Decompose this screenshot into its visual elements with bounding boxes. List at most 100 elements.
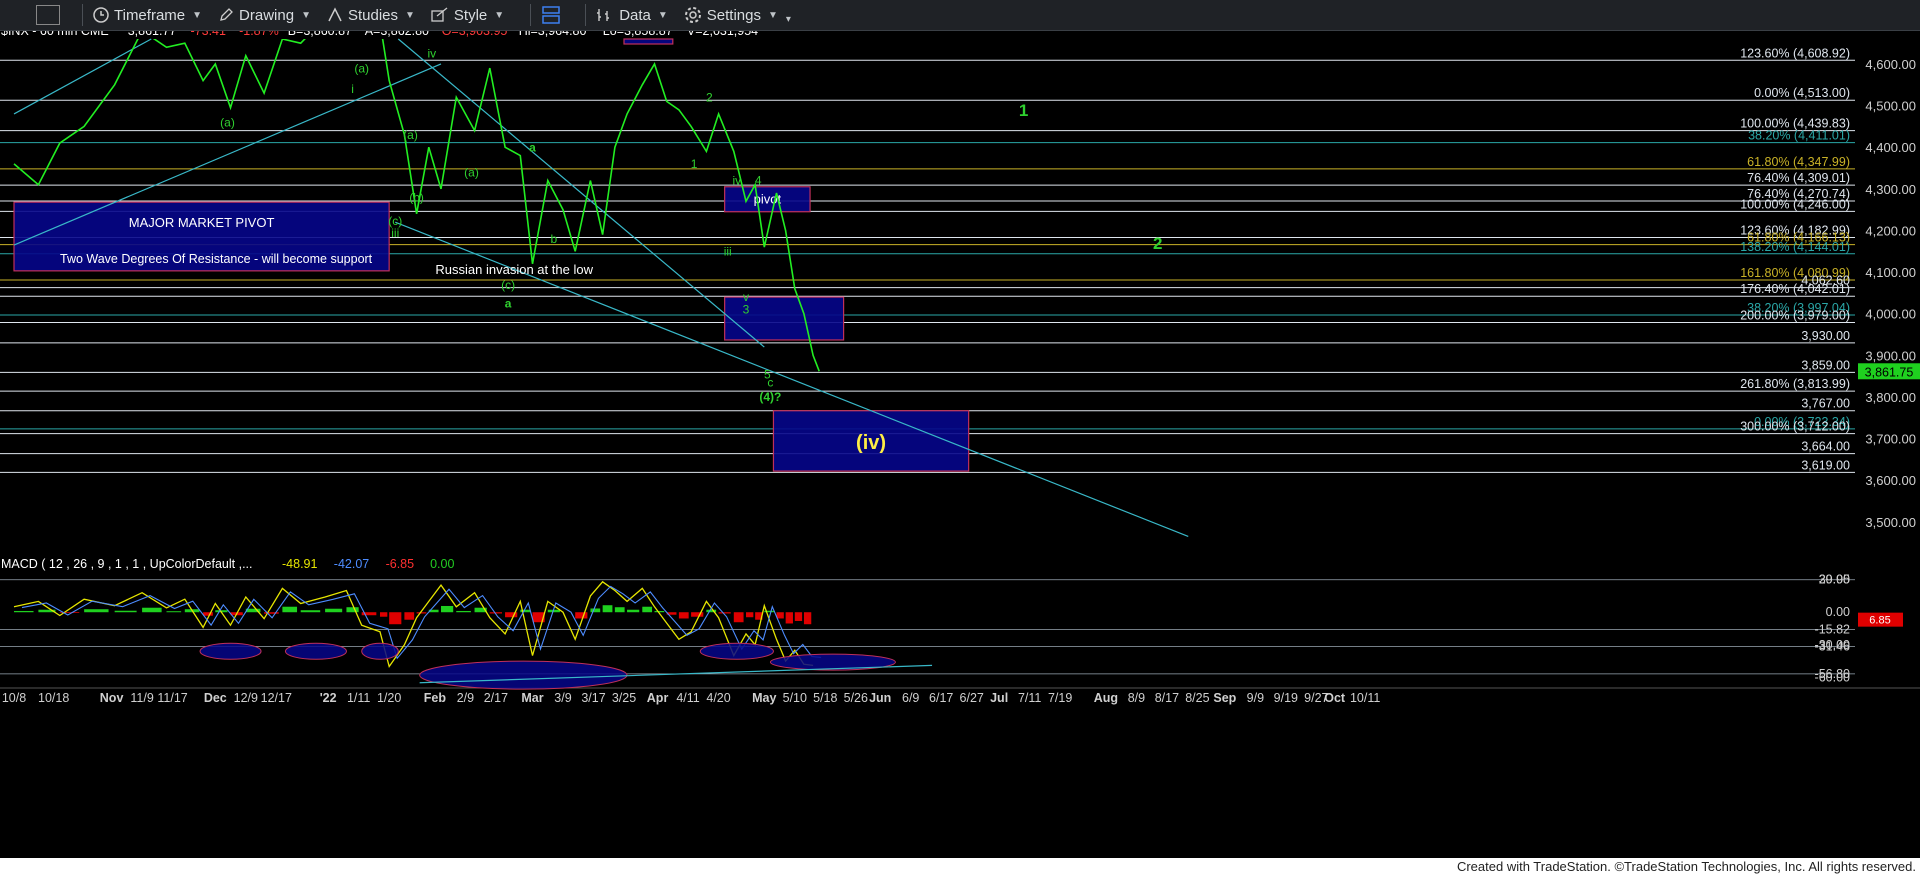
price-level-label: 123.60% (4,608.92) xyxy=(1740,46,1850,60)
macd-histogram-bar xyxy=(416,612,427,614)
x-tick-label: Sep xyxy=(1213,691,1236,705)
macd-histogram-bar xyxy=(642,606,653,613)
wave-iv-label: (iv) xyxy=(856,432,886,454)
macd-tick-label: -15.82 xyxy=(1815,622,1850,636)
x-tick-label: 10/8 xyxy=(2,691,26,705)
x-tick-label: May xyxy=(752,691,776,705)
macd-histogram-bar xyxy=(785,612,793,624)
y-tick-label: 4,000.00 xyxy=(1865,307,1916,322)
wave-annotation: 1 xyxy=(1019,101,1028,120)
data-button[interactable]: Data ▼ xyxy=(596,0,668,30)
macd-histogram-bar xyxy=(627,609,640,613)
studies-button[interactable]: Studies ▼ xyxy=(327,0,415,30)
x-tick-label: 2/9 xyxy=(457,691,474,705)
timeframe-button[interactable]: Timeframe ▼ xyxy=(93,0,202,30)
wave-annotation: 1 xyxy=(691,157,698,171)
macd-histogram-bar xyxy=(614,607,625,613)
macd-histogram-bar xyxy=(691,612,704,617)
studies-label: Studies xyxy=(347,6,399,24)
macd-histogram-bar xyxy=(404,612,415,620)
wave-annotation: (4)? xyxy=(759,390,781,404)
header-field: B=3,860.87 xyxy=(288,31,352,38)
x-tick-label: Jun xyxy=(869,691,891,705)
overflow-chevron-icon[interactable]: ▾ xyxy=(786,14,791,25)
y-tick-label: 3,900.00 xyxy=(1865,348,1916,363)
price-level-label: 100.00% (4,246.00) xyxy=(1740,197,1850,211)
x-tick-label: 5/26 xyxy=(844,691,868,705)
macd-value: -6.85 xyxy=(386,557,415,571)
price-level-label: 261.80% (3,813.99) xyxy=(1740,377,1850,391)
x-tick-label: Apr xyxy=(647,691,669,705)
toolbar-divider xyxy=(530,4,532,26)
header-field: A=3,862.80 xyxy=(365,31,429,38)
header-field: Hi=3,964.80 xyxy=(519,31,587,38)
wave-annotation: a xyxy=(529,140,536,154)
macd-histogram-bar xyxy=(718,612,731,614)
settings-label: Settings xyxy=(706,6,761,24)
drawing-button[interactable]: Drawing ▼ xyxy=(218,0,311,30)
x-tick-label: 9/9 xyxy=(1247,691,1264,705)
wave-annotation: a xyxy=(505,296,512,310)
x-tick-label: 5/10 xyxy=(783,691,807,705)
clock-icon xyxy=(93,7,109,23)
x-tick-label: 9/19 xyxy=(1274,691,1298,705)
wave-annotation: c xyxy=(767,376,773,390)
macd-histogram-bar xyxy=(114,610,137,613)
y-tick-label: 3,700.00 xyxy=(1865,432,1916,447)
settings-button[interactable]: Settings ▼ xyxy=(684,0,778,30)
header-field: 3,861.77 xyxy=(128,31,177,38)
macd-histogram-bar xyxy=(380,612,388,617)
x-tick-label: 6/27 xyxy=(960,691,984,705)
wave-annotation: (b) xyxy=(409,190,424,204)
price-level-label: 3,859.00 xyxy=(1801,358,1850,372)
chevron-down-icon: ▼ xyxy=(192,9,203,21)
macd-histogram-bar xyxy=(300,610,321,613)
x-tick-label: 3/17 xyxy=(581,691,605,705)
chart-toolbar: Timeframe ▼ Drawing ▼ Studies ▼ Style ▼ Data… xyxy=(0,0,1920,31)
zone-label: MAJOR MARKET PIVOT xyxy=(129,215,275,230)
style-label: Style xyxy=(453,6,488,24)
macd-histogram-bar xyxy=(456,610,471,613)
macd-divergence-ellipse xyxy=(199,642,262,660)
price-level-label: 3,767.00 xyxy=(1801,397,1850,411)
macd-histogram-bar xyxy=(441,605,454,613)
macd-histogram-bar xyxy=(776,612,784,619)
macd-last-label: 6.85 xyxy=(1869,615,1890,627)
style-icon xyxy=(431,7,448,22)
window-icon[interactable] xyxy=(36,5,60,25)
zone-sublabel: Two Wave Degrees Of Resistance - will be… xyxy=(60,252,373,266)
price-level-label: 61.80% (4,347.99) xyxy=(1747,155,1850,169)
macd-divergence-ellipse xyxy=(361,642,399,660)
style-button[interactable]: Style ▼ xyxy=(431,0,504,30)
macd-histogram-bar xyxy=(282,606,298,613)
macd-histogram-bar xyxy=(346,607,359,613)
wave-annotation: (c) xyxy=(388,214,402,228)
price-level-label: 3,619.00 xyxy=(1801,458,1850,472)
x-tick-label: 3/25 xyxy=(612,691,636,705)
x-tick-label: 8/9 xyxy=(1128,691,1145,705)
x-tick-label: Feb xyxy=(424,691,447,705)
x-tick-label: 11/17 xyxy=(157,691,187,705)
header-field: Lo=3,858.87 xyxy=(603,31,673,38)
price-level-label: 138.20% (4,144.01) xyxy=(1740,240,1850,254)
y-tick-label: 3,600.00 xyxy=(1865,473,1916,488)
macd-histogram-bar xyxy=(602,605,613,613)
pencil-icon xyxy=(220,8,233,21)
x-tick-label: 12/9 xyxy=(234,691,258,705)
pivot-zone xyxy=(623,38,674,45)
data-label: Data xyxy=(619,6,651,24)
x-tick-label: 8/25 xyxy=(1185,691,1209,705)
chevron-down-icon: ▼ xyxy=(767,9,778,21)
wave-annotation: (a) xyxy=(220,115,235,129)
macd-histogram-bar xyxy=(678,612,689,619)
wave-annotation: (a) xyxy=(354,61,369,75)
x-tick-label: 5/18 xyxy=(813,691,837,705)
x-tick-label: 6/17 xyxy=(929,691,953,705)
bar-data-icon xyxy=(597,9,610,21)
studies-icon xyxy=(328,7,342,22)
macd-histogram-bar xyxy=(84,609,109,613)
x-tick-label: '22 xyxy=(320,691,337,705)
wave-annotation: iv xyxy=(733,174,742,188)
layout-icon[interactable] xyxy=(541,5,561,25)
macd-histogram-bar xyxy=(654,610,665,613)
